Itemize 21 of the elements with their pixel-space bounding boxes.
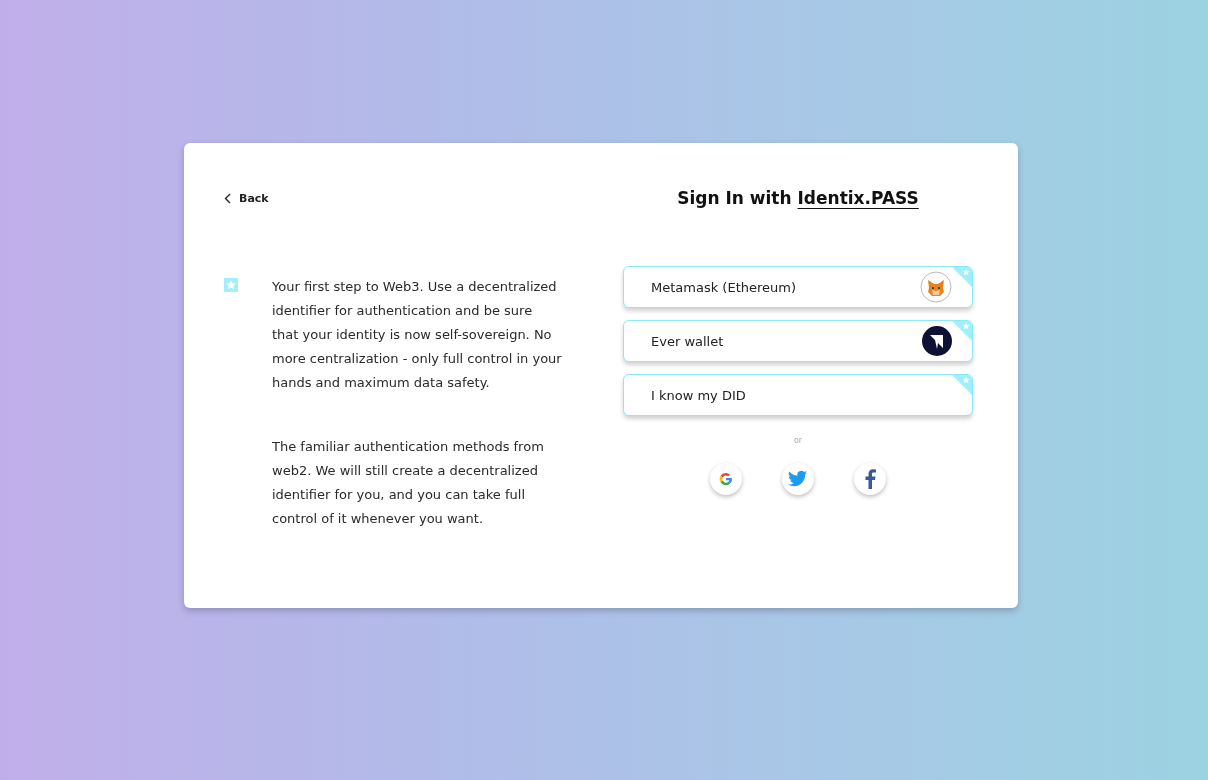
sign-in-title: Sign In with Identix.PASS [677,187,919,210]
corner-star-icon [952,321,972,341]
arrow-logo-icon [922,326,952,356]
facebook-icon [864,469,876,489]
identix-link[interactable]: Identix.PASS [797,188,919,208]
twitter-button[interactable] [782,463,814,495]
facebook-button[interactable] [854,463,886,495]
google-button[interactable] [710,463,742,495]
bird-icon [788,470,808,488]
intro-paragraph: Your first step to Web3. Use a decentralized identifier for authentication and be sure that your identity is now self-sovereign. No more centralization - only full control in your hands and maximum data safety. [272,278,562,392]
wallet-option-button[interactable]: Ever wallet [623,320,973,362]
intro-paragraph: The familiar authentication methods from web2. We will still create a decentralized identifier for you, and you can take full control of it whenever you want. [272,438,545,528]
corner-star-icon [952,375,972,395]
or-separator: or [793,436,803,445]
chevron-left-icon [224,192,231,204]
fox-icon [920,271,952,303]
wallet-option-button[interactable]: I know my DID [623,374,973,416]
wallet-option-button[interactable]: Metamask (Ethereum) [623,266,973,308]
back-link[interactable]: Back [224,185,269,211]
star-icon [224,278,238,292]
corner-star-icon [952,267,972,287]
